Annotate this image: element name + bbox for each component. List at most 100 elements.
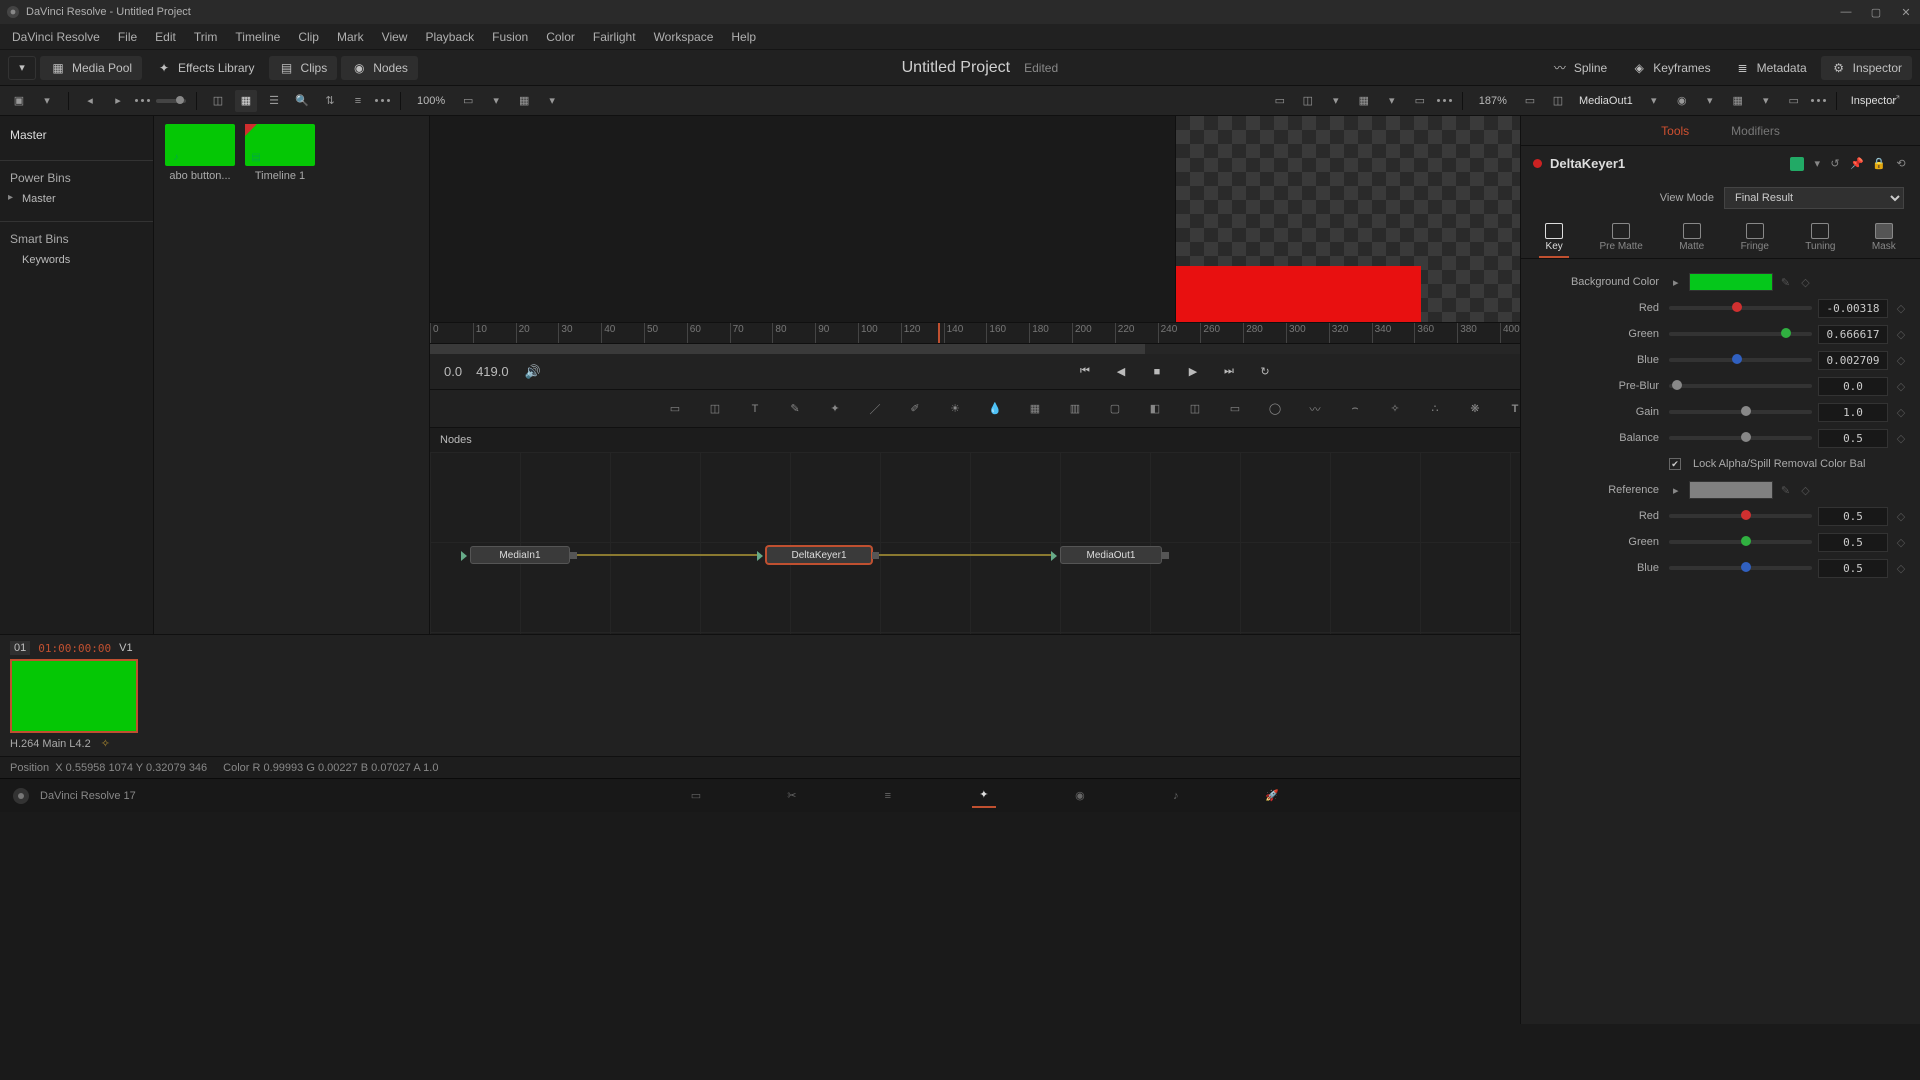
nav-forward-icon[interactable]: ▸ (107, 90, 129, 112)
param-slider[interactable] (1669, 566, 1812, 570)
grid-view-icon[interactable]: ▦ (235, 90, 257, 112)
color-corrector-icon[interactable]: ▦ (1024, 398, 1046, 420)
fit-icon[interactable]: ▭ (1519, 90, 1541, 112)
audio-mute-icon[interactable]: 🔊 (523, 362, 543, 382)
chevron-down-icon[interactable]: ▾ (1699, 90, 1721, 112)
list-view-icon[interactable]: ☰ (263, 90, 285, 112)
param-slider[interactable] (1669, 306, 1812, 310)
clip-flag-icon[interactable]: ✧ (101, 737, 110, 750)
menu-item[interactable]: Timeline (227, 24, 288, 50)
stop-icon[interactable]: ■ (1147, 362, 1167, 382)
polygon-mask-icon[interactable]: 〰 (1304, 398, 1326, 420)
layout-preset-button[interactable]: ▾ (8, 56, 36, 80)
menu-item[interactable]: Mark (329, 24, 372, 50)
subtab-tuning[interactable]: Tuning (1799, 219, 1841, 258)
go-start-icon[interactable]: ⏮ (1075, 362, 1095, 382)
menu-item[interactable]: Trim (186, 24, 226, 50)
viewer-source-name[interactable]: MediaOut1 (1575, 95, 1637, 107)
smart-bin-item[interactable]: Keywords (0, 250, 153, 270)
param-value[interactable]: 1.0 (1818, 403, 1888, 422)
clip-thumbnail[interactable]: ▤ Timeline 1 (244, 124, 316, 182)
wand-tool-icon[interactable]: ✧ (1384, 398, 1406, 420)
tab-modifiers[interactable]: Modifiers (1727, 118, 1784, 144)
grid-icon[interactable]: ▦ (1727, 90, 1749, 112)
pin-icon[interactable]: 📌 (1850, 157, 1864, 171)
keyframe-diamond-icon[interactable]: ◇ (1894, 406, 1908, 419)
chevron-down-icon[interactable]: ▾ (1381, 90, 1403, 112)
sort-icon[interactable]: ≡ (347, 90, 369, 112)
crop-tool-icon[interactable]: ◫ (1184, 398, 1206, 420)
mask-paint-icon[interactable]: ✐ (904, 398, 926, 420)
power-bin-item[interactable]: Master (0, 189, 153, 209)
bg-color-swatch[interactable] (1689, 273, 1773, 291)
subtab-matte[interactable]: Matte (1673, 219, 1710, 258)
grid-icon[interactable]: ▦ (1353, 90, 1375, 112)
node-output-port-icon[interactable] (872, 552, 879, 559)
ellipse-mask-icon[interactable]: ◯ (1264, 398, 1286, 420)
resize-tool-icon[interactable]: ◧ (1144, 398, 1166, 420)
node-connection[interactable] (576, 554, 760, 556)
node-deltakeyer1[interactable]: DeltaKeyer1 (766, 546, 872, 564)
view-mode-select[interactable]: Final Result (1724, 187, 1904, 209)
page-color-icon[interactable]: ◉ (1068, 784, 1092, 808)
param-value[interactable]: 0.666617 (1818, 325, 1888, 344)
brush-tool-icon[interactable]: ／ (864, 398, 886, 420)
menu-item[interactable]: Color (538, 24, 583, 50)
menu-item[interactable]: File (110, 24, 145, 50)
tracker-tool-icon[interactable]: ✦ (824, 398, 846, 420)
chevron-down-icon[interactable]: ▾ (1755, 90, 1777, 112)
viewer-options-icon[interactable] (1437, 99, 1452, 102)
reference-swatch[interactable] (1689, 481, 1773, 499)
menu-item[interactable]: Help (723, 24, 764, 50)
playhead[interactable] (938, 323, 940, 343)
single-view-icon[interactable]: ▭ (1269, 90, 1291, 112)
clip-strip-thumbnail[interactable] (10, 659, 138, 733)
split-view-icon[interactable]: ◫ (1297, 90, 1319, 112)
thumb-size-slider[interactable] (156, 99, 186, 103)
subtab-prematte[interactable]: Pre Matte (1594, 219, 1649, 258)
disclosure-icon[interactable]: ▸ (1669, 484, 1683, 497)
brightness-tool-icon[interactable]: ☀ (944, 398, 966, 420)
chevron-down-icon[interactable]: ▾ (541, 90, 563, 112)
page-media-icon[interactable]: ▭ (684, 784, 708, 808)
param-slider[interactable] (1669, 514, 1812, 518)
chevron-down-icon[interactable]: ▾ (485, 90, 507, 112)
particle-tool-icon[interactable]: ∴ (1424, 398, 1446, 420)
effects-library-toggle[interactable]: ✦Effects Library (146, 56, 264, 80)
keyframe-diamond-icon[interactable]: ◇ (1894, 328, 1908, 341)
viewer-right-zoom[interactable]: 187% (1473, 95, 1513, 107)
reset-icon[interactable]: ⟲ (1894, 157, 1908, 171)
lock-alpha-checkbox[interactable] (1669, 458, 1681, 470)
page-deliver-icon[interactable]: 🚀 (1260, 784, 1284, 808)
menu-item[interactable]: Edit (147, 24, 184, 50)
node-mediaout1[interactable]: MediaOut1 (1060, 546, 1162, 564)
nav-back-icon[interactable]: ◂ (79, 90, 101, 112)
param-value[interactable]: 0.002709 (1818, 351, 1888, 370)
param-slider[interactable] (1669, 436, 1812, 440)
page-edit-icon[interactable]: ≡ (876, 784, 900, 808)
keyframe-diamond-icon[interactable]: ◇ (1894, 380, 1908, 393)
param-slider[interactable] (1669, 358, 1812, 362)
node-connection[interactable] (878, 554, 1054, 556)
keyframe-diamond-icon[interactable]: ◇ (1799, 484, 1813, 497)
more-options-icon[interactable] (375, 99, 390, 102)
nodes-toggle[interactable]: ◉Nodes (341, 56, 418, 80)
filter-icon[interactable]: ⇅ (319, 90, 341, 112)
node-input-port-icon[interactable] (757, 551, 763, 561)
menu-item[interactable]: Playback (417, 24, 482, 50)
node-input-port-icon[interactable] (461, 551, 467, 561)
bspline-mask-icon[interactable]: ⌢ (1344, 398, 1366, 420)
menu-item[interactable]: Fusion (484, 24, 536, 50)
node-mediain1[interactable]: MediaIn1 (470, 546, 570, 564)
safe-area-icon[interactable]: ▭ (1783, 90, 1805, 112)
more-icon[interactable] (135, 99, 150, 102)
fit-icon[interactable]: ▭ (457, 90, 479, 112)
metadata-toggle[interactable]: ≣Metadata (1725, 56, 1817, 80)
inspector-toggle[interactable]: ⚙Inspector (1821, 56, 1912, 80)
keyframe-diamond-icon[interactable]: ◇ (1894, 536, 1908, 549)
param-value[interactable]: -0.00318 (1818, 299, 1888, 318)
param-slider[interactable] (1669, 410, 1812, 414)
chevron-down-icon[interactable]: ▾ (1325, 90, 1347, 112)
expand-icon[interactable]: ⤢ (1884, 90, 1906, 112)
paint-tool-icon[interactable]: ✎ (784, 398, 806, 420)
